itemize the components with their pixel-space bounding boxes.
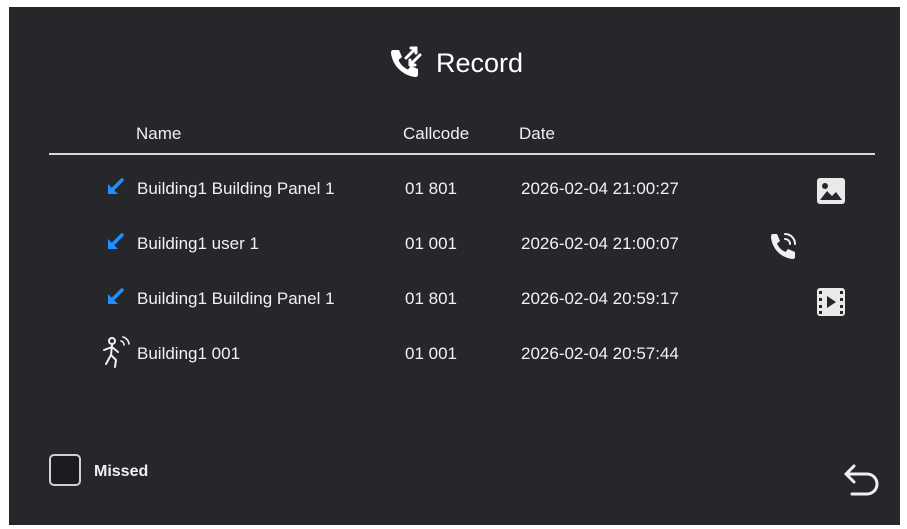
image-icon[interactable]	[816, 177, 846, 205]
column-header-name: Name	[136, 124, 182, 143]
video-icon[interactable]	[816, 287, 846, 317]
record-row[interactable]: Building1 Building Panel 1 01 801 2026-0…	[9, 168, 900, 212]
record-date: 2026-02-04 21:00:27	[521, 179, 679, 198]
record-date: 2026-02-04 20:59:17	[521, 289, 679, 308]
record-row[interactable]: Building1 001 01 001 2026-02-04 20:57:44	[9, 333, 900, 377]
record-name: Building1 Building Panel 1	[137, 179, 335, 198]
page-header: Record	[9, 45, 900, 81]
incoming-call-arrow-icon	[108, 288, 124, 304]
page-title: Record	[435, 47, 524, 78]
record-name: Building1 001	[137, 344, 241, 363]
record-screen: Record Name Callcode Date Building1 Buil…	[9, 7, 900, 525]
phone-call-icon[interactable]	[766, 229, 800, 263]
motion-detection-icon	[103, 336, 130, 368]
record-row[interactable]: Building1 Building Panel 1 01 801 2026-0…	[9, 278, 900, 322]
missed-label: Missed	[94, 463, 149, 480]
column-header-date: Date	[519, 124, 555, 143]
record-callcode: 01 001	[405, 344, 457, 363]
column-header-callcode: Callcode	[403, 124, 470, 143]
record-callcode: 01 001	[405, 234, 457, 253]
call-record-icon	[390, 46, 422, 77]
record-name: Building1 user 1	[137, 234, 259, 253]
header-divider	[49, 153, 875, 155]
record-date: 2026-02-04 21:00:07	[521, 234, 679, 253]
record-callcode: 01 801	[405, 179, 457, 198]
record-row[interactable]: Building1 user 1 01 001 2026-02-04 21:00…	[9, 223, 900, 267]
missed-checkbox[interactable]	[49, 454, 81, 486]
back-arrow-icon[interactable]	[840, 462, 884, 500]
record-name: Building1 Building Panel 1	[137, 289, 335, 308]
incoming-call-arrow-icon	[108, 178, 124, 194]
record-date: 2026-02-04 20:57:44	[521, 344, 679, 363]
record-callcode: 01 801	[405, 289, 457, 308]
incoming-call-arrow-icon	[108, 233, 124, 249]
